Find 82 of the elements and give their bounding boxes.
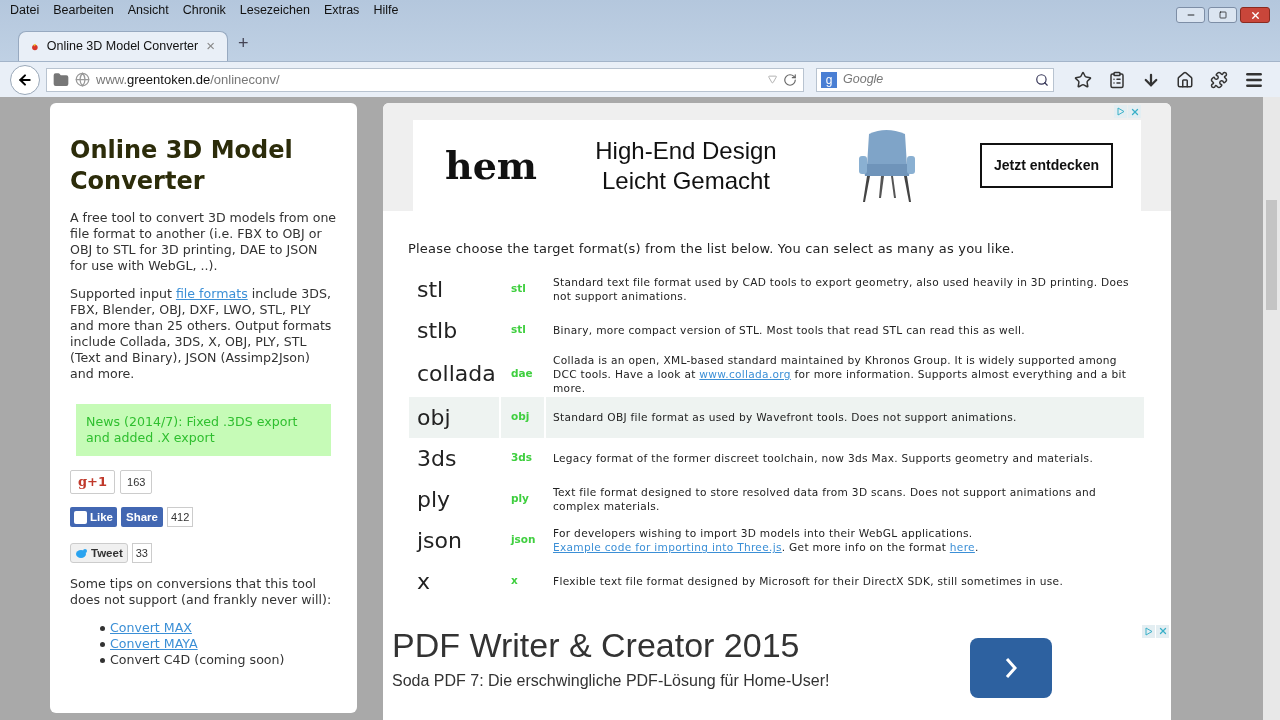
format-extension: stl	[510, 281, 527, 297]
share-count: 33	[131, 543, 152, 563]
format-description: Standard OBJ file format as used by Wavefront tools. Does not support animations.	[552, 410, 1018, 425]
share-count: 163	[120, 470, 153, 494]
format-name: x	[416, 567, 432, 596]
format-name: 3ds	[416, 444, 458, 473]
bullet-icon	[100, 657, 105, 663]
format-name: json	[415, 526, 463, 555]
tip-link[interactable]: Convert MAX	[110, 620, 192, 636]
bullet-icon	[100, 625, 105, 631]
link[interactable]: file formats	[175, 286, 248, 301]
intro-paragraph: A free tool to convert 3D models from one file format to another (i.e. FBX to OBJ or OBJ to STL for 3D printing, DAE to JSON for use with WebGL, ..).	[70, 210, 337, 274]
menu-item[interactable]: Bearbeiten	[53, 1, 114, 20]
chevron-right-icon	[1004, 656, 1017, 679]
format-extension: dae	[510, 365, 534, 381]
format-description: Standard text file format used by CAD tools to export geometry, also used heavily in 3D printing. Does not support animations.	[552, 275, 1130, 304]
ad-headline: High-End Design Leicht Gemacht	[594, 135, 778, 196]
format-extension: 3ds	[510, 450, 534, 466]
menu-item[interactable]: Chronik	[182, 1, 226, 20]
format-description: Collada is an open, XML-based standard maintained by Khronos Group. It is widely supported among DCC tools. Have a look at www.collada.org for more information. Supports almost everything and a bit more.	[552, 352, 1128, 396]
format-extension: x	[510, 573, 519, 589]
format-description: For developers wishing to import 3D models into their WebGL applications. Example code for importing into Three.js. Get more info on the format here.	[552, 526, 980, 555]
link[interactable]: www.collada.org	[699, 367, 791, 380]
format-extension: json	[509, 532, 537, 548]
format-description: Binary, more compact version of STL. Most tools that read STL can read this as well.	[552, 323, 1026, 338]
new-tab-button[interactable]: +	[228, 30, 259, 61]
tweet-button[interactable]: Tweet	[70, 543, 128, 563]
browser-tab[interactable]: Online 3D Model Converter ×	[18, 31, 228, 61]
bullet-icon	[100, 641, 105, 647]
bird-icon	[75, 547, 88, 559]
home-icon[interactable]	[1176, 70, 1194, 89]
share-count: 412	[167, 507, 194, 527]
tab-title: Online 3D Model Converter	[46, 38, 199, 56]
tip-link[interactable]: Convert MAYA	[110, 636, 198, 652]
format-name: stl	[416, 275, 445, 304]
tips-paragraph: Some tips on conversions that this tool does not support (and frankly never will):	[70, 576, 333, 608]
news-box: News (2014/7): Fixed .3DS export and added .X export	[76, 404, 331, 456]
search-icon[interactable]	[1035, 72, 1049, 87]
menu-item[interactable]: Lesezeichen	[239, 1, 310, 20]
search-box[interactable]: g Google	[816, 67, 1054, 92]
ad-close-icon[interactable]	[1156, 624, 1169, 638]
ad-next-button[interactable]	[969, 637, 1052, 698]
ad-logo: hem	[445, 142, 538, 190]
link[interactable]: Example code for importing into Three.js	[553, 541, 782, 553]
format-description: Legacy format of the former discreet toolchain, now 3ds Max. Supports geometry and materials.	[552, 451, 1095, 466]
reload-icon[interactable]	[783, 72, 797, 87]
search-engine-icon[interactable]: g	[821, 71, 837, 88]
close-button[interactable]	[1240, 7, 1270, 23]
folder-icon	[53, 71, 69, 88]
like-button[interactable]: Like	[70, 507, 117, 527]
ad-cta-button[interactable]: Jetzt entdecken	[979, 143, 1113, 188]
close-icon	[1249, 9, 1261, 21]
menu-item[interactable]: Hilfe	[373, 1, 399, 20]
ad-title: PDF Writer & Creator 2015	[392, 624, 801, 665]
page-title: Online 3D Model Converter	[70, 135, 294, 197]
format-name: stlb	[416, 316, 459, 345]
format-row[interactable]: obj obj Standard OBJ file format as used by Wavefront tools. Does not support animations.	[409, 396, 1144, 438]
format-description: Text file format designed to store resolved data from 3D scans. Does not support animations and complex materials.	[552, 485, 1098, 514]
scrollbar[interactable]	[1263, 97, 1280, 720]
format-name: collada	[416, 360, 497, 388]
plus-one-button[interactable]: g+1	[70, 470, 116, 494]
menu-item[interactable]: Ansicht	[127, 1, 169, 20]
format-extension: stl	[510, 322, 527, 338]
bookmarks-list-icon[interactable]	[1108, 70, 1126, 89]
link[interactable]: here	[949, 541, 975, 553]
supported-formats-paragraph: Supported input file formats include 3DS, FBX, Blender, OBJ, DXF, LWO, STL, PLY and more than 25 others. Output formats include Collada, 3DS, X, OBJ, PLY, STL (Text and Binary), JSON (Assimp2Json) and more.	[70, 286, 333, 382]
instructions-text: Please choose the target format(s) from the list below. You can select as many as you like.	[407, 240, 1016, 258]
format-name: ply	[416, 485, 452, 514]
globe-icon	[75, 72, 90, 87]
tip-text: Convert C4D (coming soon)	[110, 652, 285, 668]
menu-item[interactable]: Extras	[323, 1, 360, 20]
puzzle-icon[interactable]	[1210, 70, 1228, 89]
search-field[interactable]: Google	[843, 70, 1029, 89]
ad-subtitle: Soda PDF 7: Die erschwingliche PDF-Lösung für Home-User!	[392, 670, 830, 691]
maximize-icon	[1218, 11, 1227, 19]
format-description: Flexible text file format designed by Microsoft for their DirectX SDK, still sometimes in use.	[552, 574, 1065, 589]
share-button[interactable]: Share	[121, 507, 163, 527]
bookmark-star-icon[interactable]	[1074, 70, 1092, 89]
menu-item[interactable]: Datei	[10, 1, 40, 20]
back-button[interactable]	[10, 64, 40, 95]
format-extension: ply	[510, 491, 530, 507]
minimize-button[interactable]	[1176, 7, 1205, 23]
